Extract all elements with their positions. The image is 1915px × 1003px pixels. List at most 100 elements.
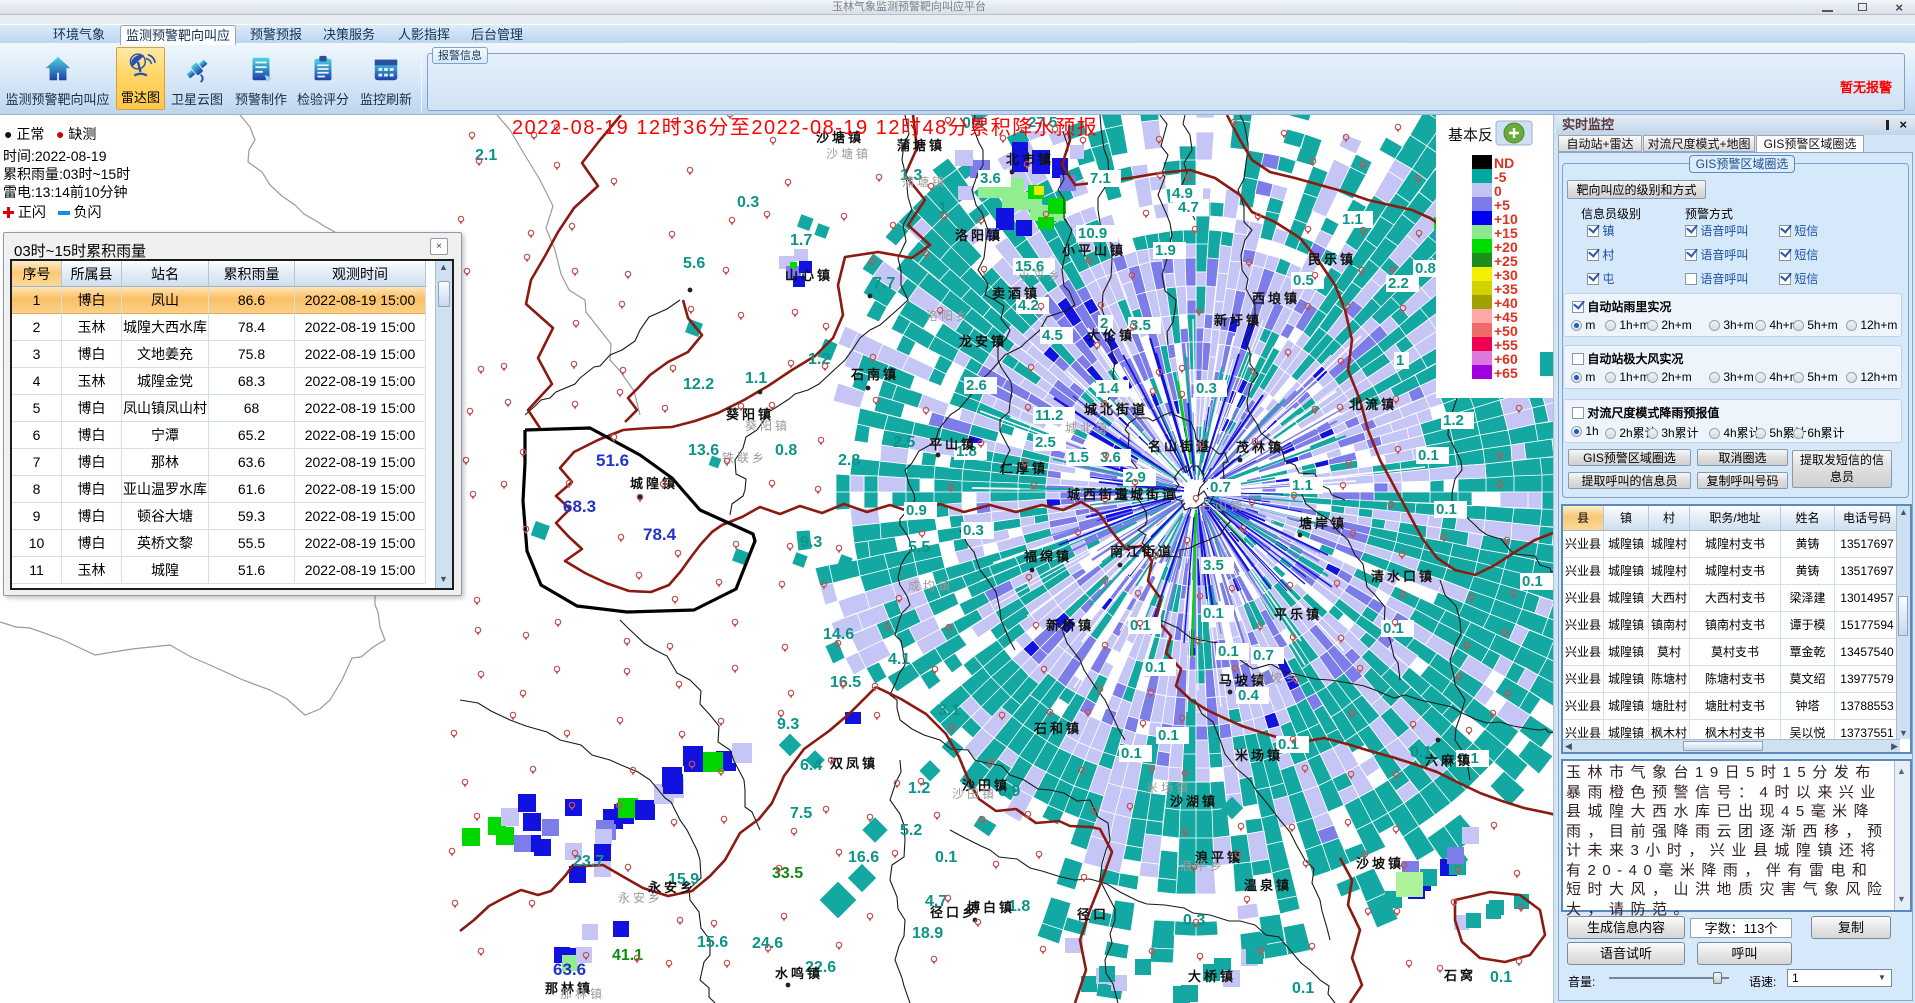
svg-text:1: 1 — [1396, 352, 1404, 369]
svg-text:水鸣镇: 水鸣镇 — [775, 966, 823, 981]
svg-text:78.4: 78.4 — [643, 525, 677, 544]
svg-text:3.6: 3.6 — [1100, 449, 1121, 466]
svg-text:12.2: 12.2 — [683, 376, 714, 393]
svg-text:0.8: 0.8 — [775, 442, 797, 459]
svg-text:0.1: 0.1 — [1436, 501, 1457, 518]
svg-text:13.6: 13.6 — [688, 442, 719, 459]
svg-text:山心镇: 山心镇 — [785, 268, 833, 283]
svg-text:15.6: 15.6 — [697, 934, 728, 951]
svg-text:1.1: 1.1 — [745, 370, 767, 387]
svg-text:16.6: 16.6 — [848, 849, 879, 866]
svg-text:2.6: 2.6 — [966, 377, 987, 394]
svg-text:5.5: 5.5 — [908, 539, 930, 556]
svg-text:1.1: 1.1 — [1292, 477, 1313, 494]
svg-text:0.9: 0.9 — [906, 502, 927, 519]
svg-text:蒲塘镇: 蒲塘镇 — [902, 174, 947, 189]
svg-text:平乐镇: 平乐镇 — [1274, 607, 1322, 622]
svg-text:0.1: 0.1 — [935, 849, 957, 866]
svg-text:0.1: 0.1 — [1490, 969, 1512, 986]
svg-text:4.7: 4.7 — [1178, 199, 1199, 216]
svg-text:1.5: 1.5 — [1068, 449, 1089, 466]
svg-text:小平乡: 小平乡 — [1018, 269, 1063, 283]
svg-text:新桥镇: 新桥镇 — [1046, 618, 1094, 633]
svg-text:0.1: 0.1 — [1292, 980, 1314, 997]
svg-text:城北镇: 城北镇 — [1065, 421, 1110, 435]
svg-text:浪平乡: 浪平乡 — [1180, 858, 1225, 873]
svg-text:名山镇: 名山镇 — [1200, 498, 1245, 513]
svg-text:0.7: 0.7 — [1253, 647, 1274, 664]
svg-text:玉城街道: 玉城街道 — [1114, 487, 1178, 502]
svg-text:2.5: 2.5 — [1035, 434, 1056, 451]
svg-text:沙湖镇: 沙湖镇 — [1170, 794, 1218, 809]
svg-text:2.2: 2.2 — [1388, 275, 1409, 292]
svg-text:城隍镇: 城隍镇 — [630, 476, 678, 491]
svg-text:米场镇: 米场镇 — [1146, 781, 1191, 795]
svg-text:1.2: 1.2 — [1443, 412, 1464, 429]
svg-text:0.3: 0.3 — [737, 194, 759, 211]
svg-text:永安乡: 永安乡 — [618, 890, 663, 905]
svg-text:6.4: 6.4 — [800, 757, 822, 774]
svg-text:大伦镇: 大伦镇 — [1087, 328, 1135, 343]
svg-text:洛阳乡: 洛阳乡 — [926, 308, 971, 323]
svg-text:1.9: 1.9 — [1155, 242, 1176, 259]
svg-text:0.1: 0.1 — [1218, 643, 1239, 660]
svg-text:9.3: 9.3 — [777, 716, 799, 733]
svg-text:西埌镇: 西埌镇 — [1252, 291, 1300, 306]
svg-text:0.7: 0.7 — [1210, 479, 1231, 496]
svg-text:24.6: 24.6 — [752, 935, 783, 952]
svg-text:4.5: 4.5 — [1042, 327, 1063, 344]
svg-text:1.2: 1.2 — [808, 351, 830, 368]
svg-text:2.9: 2.9 — [1125, 469, 1146, 486]
svg-text:+65: +65 — [1494, 365, 1518, 381]
svg-text:0.8: 0.8 — [1415, 260, 1436, 277]
svg-text:0.1: 0.1 — [1145, 659, 1166, 676]
svg-text:新圩镇: 新圩镇 — [1214, 313, 1262, 328]
svg-text:0.5: 0.5 — [1293, 272, 1314, 289]
svg-text:0.1: 0.1 — [1383, 620, 1404, 637]
svg-text:5.6: 5.6 — [683, 255, 705, 272]
svg-text:0.1: 0.1 — [1158, 727, 1179, 744]
svg-text:沙塘镇: 沙塘镇 — [826, 146, 871, 161]
svg-text:卖酒镇: 卖酒镇 — [992, 286, 1040, 301]
svg-text:23.7: 23.7 — [573, 853, 604, 870]
svg-text:径口乡: 径口乡 — [930, 905, 978, 920]
svg-text:沙坡镇: 沙坡镇 — [1356, 856, 1404, 871]
svg-text:63.6: 63.6 — [553, 960, 586, 979]
svg-text:2022-08-19 12时36分至2022-08-19 1: 2022-08-19 12时36分至2022-08-19 12时48分累积降水预… — [512, 116, 1098, 139]
svg-text:2.5: 2.5 — [893, 434, 915, 451]
svg-text:葵阳镇: 葵阳镇 — [745, 419, 790, 433]
svg-text:沙田镇: 沙田镇 — [952, 787, 997, 801]
svg-text:7.7: 7.7 — [873, 275, 895, 292]
svg-text:六麻镇: 六麻镇 — [1425, 753, 1473, 768]
svg-text:4.1: 4.1 — [888, 651, 910, 668]
svg-text:1.1: 1.1 — [1342, 211, 1363, 228]
svg-text:2.8: 2.8 — [838, 452, 860, 469]
svg-text:68.3: 68.3 — [563, 497, 596, 516]
svg-text:平山镇: 平山镇 — [929, 437, 977, 452]
svg-text:民乐镇: 民乐镇 — [1308, 252, 1356, 267]
svg-text:温泉镇: 温泉镇 — [1244, 878, 1292, 893]
svg-text:成均镇: 成均镇 — [908, 579, 953, 593]
svg-text:福绵镇: 福绵镇 — [1023, 549, 1072, 564]
svg-text:10.9: 10.9 — [1078, 225, 1107, 242]
svg-text:米场镇: 米场镇 — [1235, 748, 1283, 763]
svg-text:0.1: 0.1 — [1418, 447, 1439, 464]
svg-text:基本反: 基本反 — [1448, 127, 1493, 144]
svg-text:城北街道: 城北街道 — [1084, 402, 1148, 417]
svg-text:11.2: 11.2 — [1035, 407, 1063, 424]
svg-text:0.3: 0.3 — [963, 522, 984, 539]
svg-text:龙安镇: 龙安镇 — [959, 334, 1007, 349]
svg-text:清水口镇: 清水口镇 — [1371, 569, 1435, 584]
svg-text:51.6: 51.6 — [596, 451, 629, 470]
svg-text:洛阳镇: 洛阳镇 — [955, 228, 1003, 243]
svg-text:18.9: 18.9 — [912, 925, 943, 942]
svg-text:9.3: 9.3 — [800, 534, 822, 551]
svg-text:蒲塘镇: 蒲塘镇 — [897, 138, 945, 153]
svg-text:大桥镇: 大桥镇 — [1188, 969, 1236, 984]
svg-text:5.2: 5.2 — [900, 822, 922, 839]
svg-text:石窝: 石窝 — [1443, 968, 1476, 983]
svg-text:仁厚镇: 仁厚镇 — [1000, 461, 1048, 476]
svg-text:北流镇: 北流镇 — [1349, 397, 1397, 412]
svg-text:径口: 径口 — [1077, 907, 1109, 922]
svg-text:石和镇: 石和镇 — [1033, 721, 1082, 736]
